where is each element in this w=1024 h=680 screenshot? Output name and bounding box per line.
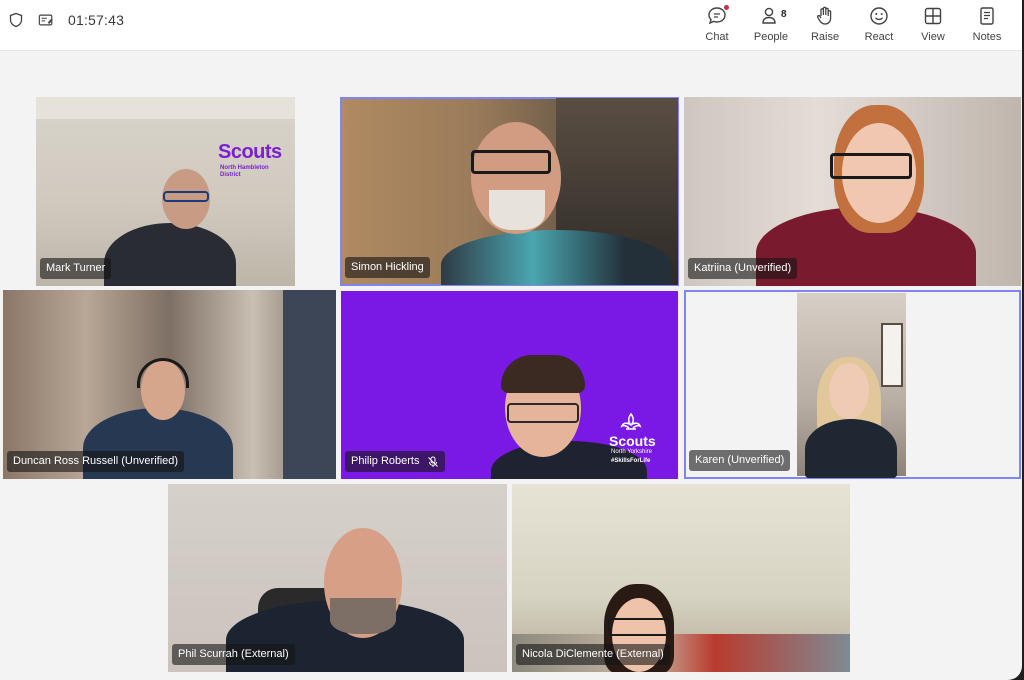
view-button[interactable]: View xyxy=(906,2,960,48)
notes-button[interactable]: Notes xyxy=(960,2,1014,48)
scouts-logo-tagline: #SkillsForLife xyxy=(611,458,651,464)
chat-notification-dot xyxy=(724,5,729,10)
participant-glasses xyxy=(830,153,912,179)
chat-icon xyxy=(706,5,729,27)
participant-glasses xyxy=(608,618,670,636)
participant-name: Duncan Ross Russell (Unverified) xyxy=(13,455,179,467)
participant-glasses xyxy=(163,191,209,202)
door xyxy=(283,290,336,479)
people-label: People xyxy=(753,31,789,43)
shield-icon[interactable] xyxy=(8,12,24,28)
participant-tile-duncan-ross-russell[interactable]: Duncan Ross Russell (Unverified) xyxy=(3,290,336,479)
participant-beard xyxy=(489,190,545,230)
participant-name: Simon Hickling xyxy=(351,261,424,273)
react-smile-icon xyxy=(868,5,890,27)
chat-button[interactable]: Chat xyxy=(690,2,744,48)
participant-body xyxy=(805,419,897,478)
chat-label: Chat xyxy=(705,31,729,43)
react-button[interactable]: React xyxy=(852,2,906,48)
raise-label: Raise xyxy=(810,31,840,43)
participant-name-label: Nicola DiClemente (External) xyxy=(516,644,670,665)
participant-name: Mark Turner xyxy=(46,262,106,274)
scouts-logo-subtitle: North Yorkshire xyxy=(611,449,653,455)
participant-tile-katriina[interactable]: Katriina (Unverified) xyxy=(684,97,1021,286)
mic-off-icon xyxy=(428,456,439,467)
participant-name-label: Karen (Unverified) xyxy=(689,450,791,471)
meeting-toolbar: 01:57:43 Chat 8 People Raise React View … xyxy=(0,0,1022,51)
toolbar-left: 01:57:43 xyxy=(8,12,124,28)
meeting-timer: 01:57:43 xyxy=(68,12,125,28)
participant-beard xyxy=(330,598,396,634)
participant-name-label: Mark Turner xyxy=(40,258,112,279)
participant-name-label: Simon Hickling xyxy=(345,257,430,278)
participant-glasses xyxy=(507,403,579,423)
raise-hand-icon xyxy=(814,5,836,27)
view-grid-icon xyxy=(922,5,944,27)
wall-picture xyxy=(881,323,903,387)
scouts-wall-logo: Scouts xyxy=(218,141,282,163)
ceiling xyxy=(36,97,295,119)
notes-label: Notes xyxy=(972,31,1002,43)
people-button[interactable]: 8 People xyxy=(744,2,798,48)
participant-name-label: Duncan Ross Russell (Unverified) xyxy=(7,451,185,472)
participant-name-label: Phil Scurrah (External) xyxy=(172,644,295,665)
video-feed xyxy=(797,293,906,478)
participant-tile-simon-hickling[interactable]: Simon Hickling xyxy=(340,97,679,286)
raise-hand-button[interactable]: Raise xyxy=(798,2,852,48)
participant-name: Karen (Unverified) xyxy=(695,454,785,466)
notes-icon xyxy=(976,5,998,27)
participant-tile-philip-roberts[interactable]: Scouts North Yorkshire #SkillsForLife Ph… xyxy=(341,291,678,479)
participant-head xyxy=(829,363,869,419)
participant-glasses xyxy=(471,150,551,174)
participant-name: Nicola DiClemente (External) xyxy=(522,648,664,660)
participant-tile-phil-scurrah[interactable]: Phil Scurrah (External) xyxy=(168,484,507,672)
headset xyxy=(137,358,189,388)
people-icon: 8 xyxy=(760,5,787,27)
toolbar-actions: Chat 8 People Raise React View Notes xyxy=(690,2,1014,48)
participant-body xyxy=(104,223,236,286)
react-label: React xyxy=(864,31,894,43)
people-count: 8 xyxy=(781,9,787,20)
participant-tile-nicola-diclemente[interactable]: Nicola DiClemente (External) xyxy=(512,484,850,672)
meeting-window: 01:57:43 Chat 8 People Raise React View … xyxy=(0,0,1022,680)
participant-name-label: Katriina (Unverified) xyxy=(688,258,798,279)
scouts-wall-subtitle: North Hambleton District xyxy=(220,165,269,178)
view-label: View xyxy=(921,31,945,43)
participant-name: Katriina (Unverified) xyxy=(694,262,792,274)
participant-tile-karen[interactable]: Karen (Unverified) xyxy=(684,290,1021,479)
participant-name-label: Philip Roberts xyxy=(345,451,446,472)
participant-tile-mark-turner[interactable]: Scouts North Hambleton District Mark Tur… xyxy=(36,97,295,286)
meeting-notes-edit-icon[interactable] xyxy=(38,12,54,28)
scouts-fleur-de-lis-icon xyxy=(620,413,642,430)
participant-name: Philip Roberts xyxy=(351,455,420,467)
participant-hair xyxy=(501,355,585,393)
participant-name: Phil Scurrah (External) xyxy=(178,648,289,660)
scouts-logo-text: Scouts xyxy=(609,433,656,449)
